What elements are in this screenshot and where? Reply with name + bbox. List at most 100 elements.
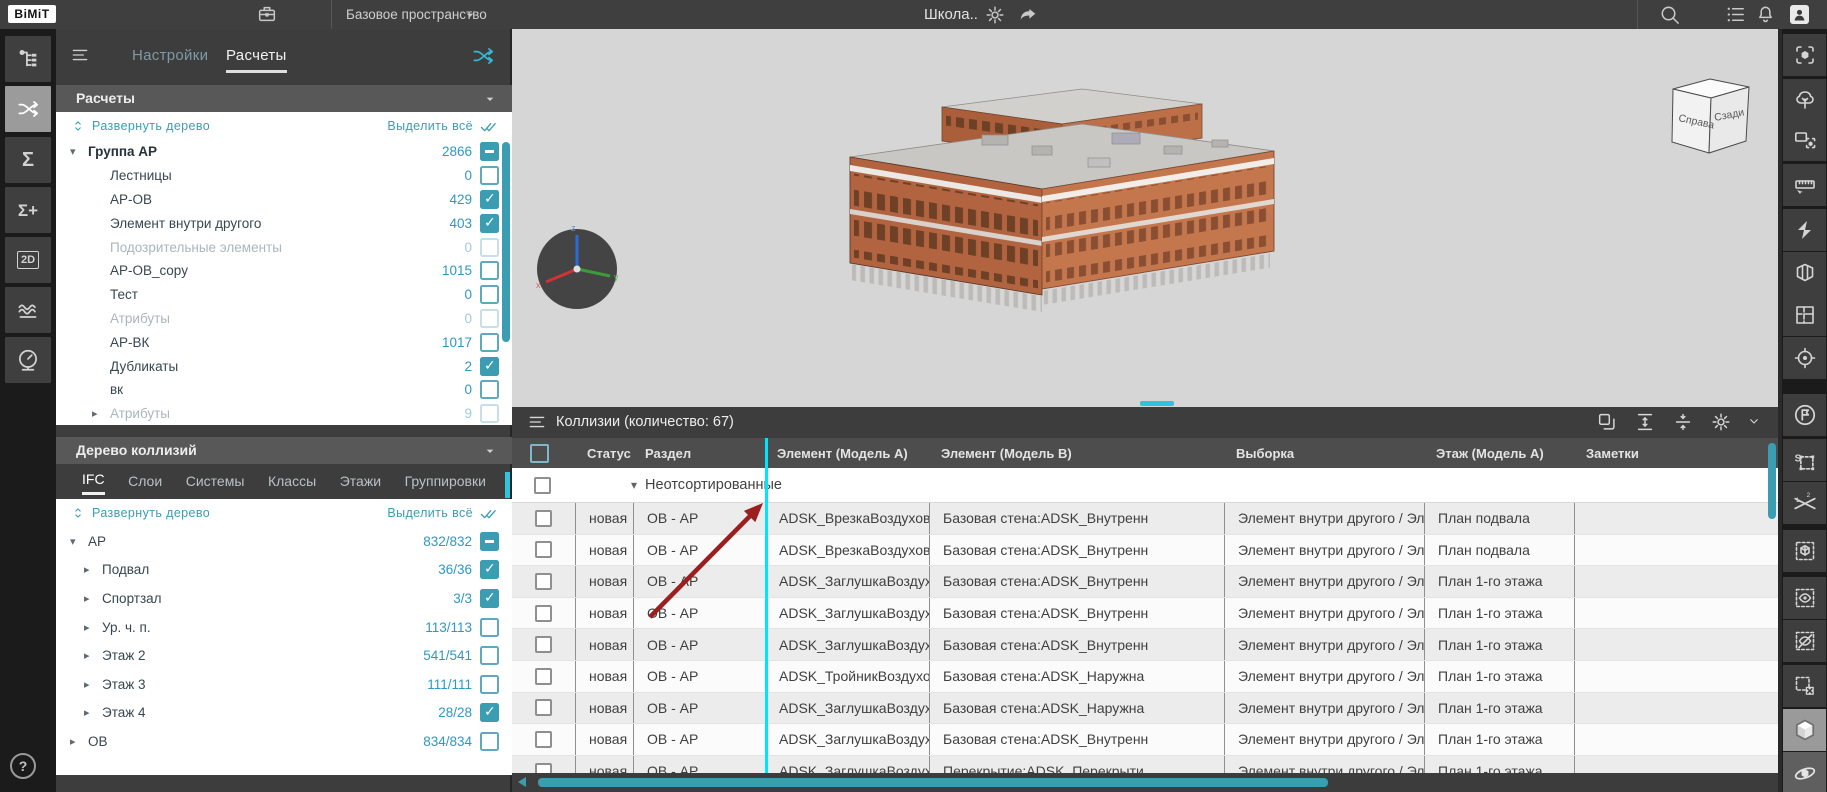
tree-item-checkbox[interactable] [480,309,499,328]
row-checkbox[interactable] [535,763,552,773]
select-all-link[interactable]: Выделить всё [387,116,499,136]
tree-item-checkbox[interactable] [480,646,499,665]
sum-button[interactable]: Σ [5,137,51,183]
tab-ifc[interactable]: IFC [82,471,105,495]
row-checkbox[interactable] [535,510,552,527]
collision-row[interactable]: новаяОВ - АРADSK_ВрезкаВоздуховода_ПрБаз… [512,503,1778,535]
tree-item[interactable]: АР-ОВ_copy1015 [56,259,512,283]
collision-row[interactable]: новаяОВ - АРADSK_ЗаглушкаВоздуховодаБазо… [512,598,1778,630]
project-title[interactable]: Школа.. [924,6,978,23]
section-box-button[interactable] [1783,252,1826,294]
tab-системы[interactable]: Системы [186,473,245,494]
account-avatar[interactable] [1790,5,1809,24]
tree-item-checkbox[interactable] [480,404,499,423]
tree-item[interactable]: ▸Атрибуты9 [56,402,512,425]
orbit-button[interactable] [1783,752,1826,792]
expand-arrow-icon[interactable]: ▸ [84,649,102,662]
expand-arrow-icon[interactable]: ▸ [92,407,110,420]
tree-item-checkbox[interactable] [480,166,499,185]
collapse-chevron-icon[interactable] [1746,413,1762,429]
split-view-icon[interactable] [1672,411,1694,433]
panel-resize-handle[interactable] [1140,401,1174,406]
tree-item[interactable]: АР-ОВ429 [56,188,512,212]
tree-item[interactable]: Атрибуты0 [56,307,512,331]
clear-selection-button[interactable] [1783,665,1826,707]
help-button[interactable]: ? [10,753,36,779]
isolate-button[interactable] [1783,119,1826,161]
tree-item[interactable]: ▸ОВ834/834 [56,727,512,756]
share-icon[interactable] [1017,4,1039,26]
row-checkbox[interactable] [535,573,552,590]
table-vertical-scrollbar[interactable] [1768,443,1776,519]
expand-arrow-icon[interactable]: ▸ [84,563,102,576]
scroll-left-arrow[interactable] [518,777,526,787]
collision-row[interactable]: новаяОВ - АРADSK_ЗаглушкаВоздуховодаБазо… [512,566,1778,598]
show-button[interactable] [1783,577,1826,619]
search-icon[interactable] [1658,3,1681,26]
tab-settings[interactable]: Настройки [132,47,208,64]
tree-item-checkbox[interactable] [480,703,499,722]
column-header[interactable]: Раздел [634,446,766,461]
column-header[interactable]: Элемент (Модель А) [766,446,930,461]
tab-слои[interactable]: Слои [128,473,162,494]
collision-row[interactable]: новаяОВ - АРADSK_ЗаглушкаВоздуховодаБазо… [512,724,1778,756]
column-header[interactable]: Этаж (Модель А) [1425,446,1575,461]
tree-item[interactable]: ▸Спортзал3/3 [56,584,512,613]
expand-arrow-icon[interactable]: ▸ [84,621,102,634]
panel-menu-icon[interactable] [70,45,90,65]
tree-item-checkbox[interactable] [480,560,499,579]
viewport-3d[interactable]: z x y Справа Сзади [512,29,1778,407]
group-caret-icon[interactable]: ▾ [631,478,637,492]
column-resize-divider[interactable] [765,438,768,773]
calc-tree-scrollbar[interactable] [502,142,510,342]
tab-этажи[interactable]: Этажи [340,473,381,494]
locate-button[interactable] [1783,337,1826,379]
calc-section-header[interactable]: Расчеты [56,85,512,112]
table-group-row[interactable]: ▾ Неотсортированные [512,468,1778,503]
collision-row[interactable]: новаяОВ - АРADSK_ЗаглушкаВоздуховодаБазо… [512,693,1778,725]
table-menu-icon[interactable] [527,412,547,432]
expand-arrow-icon[interactable]: ▸ [84,592,102,605]
tree-item-checkbox[interactable] [480,675,499,694]
collision-lines-button[interactable]: 12 [1783,482,1826,524]
table-settings-gear-icon[interactable] [1710,411,1732,433]
floor-plan-button[interactable] [1783,294,1826,336]
expand-arrow-icon[interactable]: ▾ [70,535,88,548]
gear-icon[interactable] [984,4,1006,26]
tree-item[interactable]: Тест0 [56,283,512,307]
row-checkbox[interactable] [535,636,552,653]
tree-item-checkbox[interactable] [480,190,499,209]
tree-item-checkbox[interactable] [480,261,499,280]
selection-area-button[interactable]: S [1783,439,1826,481]
hide-button[interactable] [1783,620,1826,662]
tree-item-checkbox[interactable] [480,532,499,551]
row-checkbox[interactable] [535,668,552,685]
row-checkbox[interactable] [535,731,552,748]
collisions-button[interactable] [5,86,51,132]
tree-item[interactable]: ▸Этаж 2541/541 [56,641,512,670]
column-header[interactable]: Заметки [1575,446,1767,461]
expand-tree-link[interactable]: Развернуть дерево [70,118,210,134]
object-box-button[interactable] [1783,530,1826,572]
tree-item[interactable]: ▸Этаж 428/28 [56,699,512,728]
ruler-button[interactable] [1783,164,1826,206]
tree-item-checkbox[interactable] [480,285,499,304]
tree-item[interactable]: ▾АР832/832 [56,527,512,556]
tree-item-checkbox[interactable] [480,357,499,376]
tree-item-checkbox[interactable] [480,618,499,637]
tree-item[interactable]: АР-ВК1017 [56,330,512,354]
sheet-2d-button[interactable]: 2D [5,237,51,283]
row-checkbox[interactable] [535,699,552,716]
tree-item[interactable]: вк0 [56,378,512,402]
tree-item-checkbox[interactable] [480,142,499,161]
tree-item[interactable]: ▸Ур. ч. п.113/113 [56,613,512,642]
expand-tree-link[interactable]: Развернуть дерево [70,505,210,521]
collisions-icon[interactable] [470,43,496,69]
chevron-down-icon[interactable] [462,7,478,23]
gauge-button[interactable] [5,337,51,383]
zoom-fit-button[interactable] [1783,34,1826,76]
notifications-bell-icon[interactable] [1754,3,1777,26]
table-horizontal-scrollbar[interactable] [538,778,1328,787]
tree-item[interactable]: Подозрительные элементы0 [56,235,512,259]
collision-row[interactable]: новаяОВ - АРADSK_ВрезкаВоздуховода_ПрБаз… [512,535,1778,567]
